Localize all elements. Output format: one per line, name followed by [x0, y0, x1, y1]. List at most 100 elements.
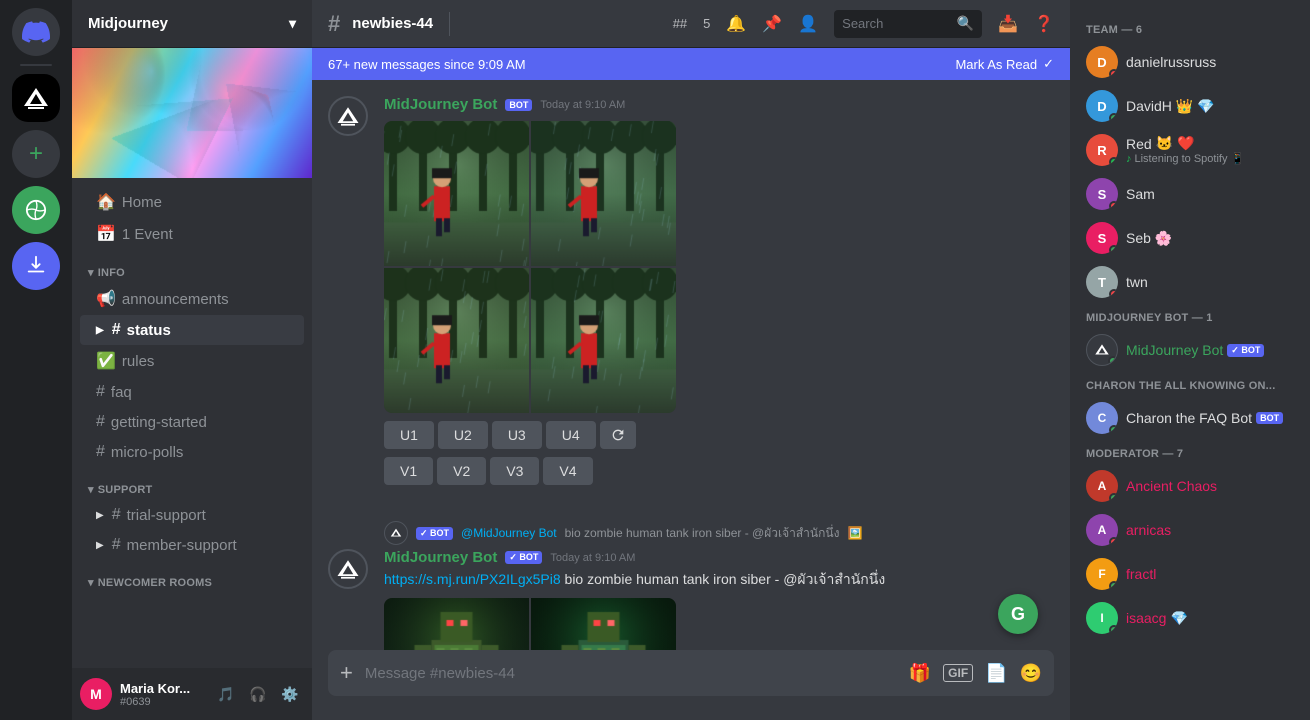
member-midjourneybot[interactable]: MidJourney Bot ✓ BOT — [1078, 328, 1302, 372]
member-name-isaacg: isaacg — [1126, 610, 1166, 626]
v1-button[interactable]: V1 — [384, 457, 433, 485]
sidebar-item-faq[interactable]: # faq — [80, 377, 304, 407]
avatar-seb: S — [1086, 222, 1118, 254]
members-icon[interactable]: 👤 — [798, 14, 818, 34]
timestamp-zombie: Today at 9:10 AM — [550, 552, 635, 564]
image-cell-1 — [384, 121, 529, 266]
gift-button[interactable]: 🎁 — [909, 663, 931, 684]
member-name-arnicas: arnicas — [1126, 522, 1171, 538]
zombie-message-content: MidJourney Bot ✓ BOT Today at 9:10 AM ht… — [384, 549, 1054, 650]
v2-button[interactable]: V2 — [437, 457, 486, 485]
member-info-sam: Sam — [1126, 186, 1294, 202]
bot-badge-zombie: ✓ BOT — [505, 551, 542, 564]
settings-button[interactable]: ⚙️ — [276, 680, 304, 708]
sidebar-item-rules[interactable]: ✅ rules — [80, 345, 304, 377]
boost-icon-davidh: 💎 — [1197, 98, 1214, 115]
member-twn[interactable]: T twn — [1078, 260, 1302, 304]
preview-prompt: bio zombie human tank iron siber - @ผัวเ… — [565, 524, 840, 543]
status-dot-davidh — [1109, 113, 1118, 122]
v3-button[interactable]: V3 — [490, 457, 539, 485]
image-cell-2 — [531, 121, 676, 266]
pin-icon[interactable]: 📌 — [762, 14, 782, 34]
member-davidh[interactable]: D DavidH 👑 💎 — [1078, 84, 1302, 128]
member-isaacg[interactable]: I isaacg 💎 — [1078, 596, 1302, 640]
add-attachment-button[interactable]: + — [340, 650, 353, 696]
server-banner — [72, 48, 312, 178]
download-apps-button[interactable] — [12, 242, 60, 290]
mark-as-read-button[interactable]: Mark As Read ✓ — [955, 56, 1054, 72]
member-info-twn: twn — [1126, 274, 1294, 290]
chat-header: # newbies-44 ## 5 🔔 📌 👤 🔍 📥 ❓ — [312, 0, 1070, 48]
samurai-image-grid — [384, 121, 676, 413]
category-info[interactable]: ▾ INFO — [72, 250, 312, 283]
collapse-support-icon: ▾ — [88, 483, 94, 496]
hash-icon-gs: # — [96, 413, 105, 431]
u2-button[interactable]: U2 — [438, 421, 488, 449]
sidebar-item-announcements[interactable]: 📢 announcements — [80, 283, 304, 315]
u4-button[interactable]: U4 — [546, 421, 596, 449]
timestamp-1: Today at 9:10 AM — [540, 99, 625, 111]
help-icon[interactable]: ❓ — [1034, 14, 1054, 34]
sidebar-item-micro-polls[interactable]: # micro-polls — [80, 437, 304, 467]
channel-name: newbies-44 — [352, 15, 433, 32]
server-header[interactable]: Midjourney ▾ — [72, 0, 312, 48]
message-input[interactable] — [365, 654, 897, 693]
seb-icon: 🌸 — [1155, 230, 1172, 247]
header-icons: ## 5 🔔 📌 👤 🔍 📥 ❓ — [673, 10, 1054, 38]
home-icon: 🏠 — [96, 192, 116, 212]
zombie-image-grid — [384, 598, 676, 650]
emoji-button[interactable]: 😊 — [1020, 663, 1042, 684]
bullet-indicator: ▶ — [96, 325, 104, 336]
gif-button[interactable]: GIF — [943, 664, 973, 682]
bullet-member: ▶ — [96, 540, 104, 551]
sidebar-item-trial-support[interactable]: ▶ # trial-support — [80, 500, 304, 530]
member-name-fractl: fractl — [1126, 566, 1156, 582]
bot-username-1: MidJourney Bot — [384, 96, 497, 113]
headset-button[interactable]: 🎧 — [244, 680, 272, 708]
member-danielrussruss[interactable]: D danielrussruss — [1078, 40, 1302, 84]
server-list: + — [0, 0, 72, 720]
add-server-button[interactable]: + — [12, 130, 60, 178]
search-box[interactable]: 🔍 — [834, 10, 982, 38]
events-icon: 📅 — [96, 224, 116, 244]
member-charonfaqbot[interactable]: C Charon the FAQ Bot BOT — [1078, 396, 1302, 440]
server-divider — [20, 64, 52, 66]
midjourney-server-icon[interactable] — [12, 74, 60, 122]
avatar-red: R — [1086, 134, 1118, 166]
member-seb[interactable]: S Seb 🌸 — [1078, 216, 1302, 260]
member-red[interactable]: R Red 🐱 ❤️ ♪ Listening to Spotify 📱 — [1078, 128, 1302, 172]
member-ancient-chaos[interactable]: A Ancient Chaos — [1078, 464, 1302, 508]
floating-action-button[interactable]: G — [998, 594, 1038, 634]
search-input[interactable] — [842, 16, 951, 31]
inbox-icon[interactable]: 📥 — [998, 14, 1018, 34]
u1-button[interactable]: U1 — [384, 421, 434, 449]
main-content: # newbies-44 ## 5 🔔 📌 👤 🔍 📥 ❓ 67+ new me… — [312, 0, 1070, 720]
member-arnicas[interactable]: A arnicas — [1078, 508, 1302, 552]
member-sam[interactable]: S Sam — [1078, 172, 1302, 216]
sidebar-item-events[interactable]: 📅 1 Event — [80, 218, 304, 250]
member-fractl[interactable]: F fractl — [1078, 552, 1302, 596]
sidebar-item-member-support[interactable]: ▶ # member-support — [80, 530, 304, 560]
sidebar-item-getting-started[interactable]: # getting-started — [80, 407, 304, 437]
u3-button[interactable]: U3 — [492, 421, 542, 449]
sticker-button[interactable]: 📄 — [985, 663, 1007, 684]
refresh-button[interactable] — [600, 421, 636, 449]
v4-button[interactable]: V4 — [543, 457, 592, 485]
hash-icon-mp: # — [96, 443, 105, 461]
member-count-icon: ## — [673, 16, 687, 31]
status-dot-isaacg — [1109, 625, 1118, 634]
explore-servers-button[interactable] — [12, 186, 60, 234]
member-info-arnicas: arnicas — [1126, 522, 1294, 538]
sidebar-item-status[interactable]: ▶ # status — [80, 315, 304, 345]
new-messages-banner: 67+ new messages since 9:09 AM Mark As R… — [312, 48, 1070, 80]
microphone-button[interactable]: 🎵 — [212, 680, 240, 708]
discord-home-button[interactable] — [12, 8, 60, 56]
avatar-danielrussruss: D — [1086, 46, 1118, 78]
category-newcomer[interactable]: ▾ NEWCOMER ROOMS — [72, 560, 312, 593]
mj-link[interactable]: https://s.mj.run/PX2ILgx5Pi8 — [384, 571, 561, 587]
bot-badge-small: ✓ BOT — [416, 527, 453, 540]
category-support[interactable]: ▾ SUPPORT — [72, 467, 312, 500]
notifications-icon[interactable]: 🔔 — [726, 14, 746, 34]
sidebar-item-home[interactable]: 🏠 Home — [80, 186, 304, 218]
message-content-samurai: MidJourney Bot BOT Today at 9:10 AM — [384, 96, 1054, 485]
